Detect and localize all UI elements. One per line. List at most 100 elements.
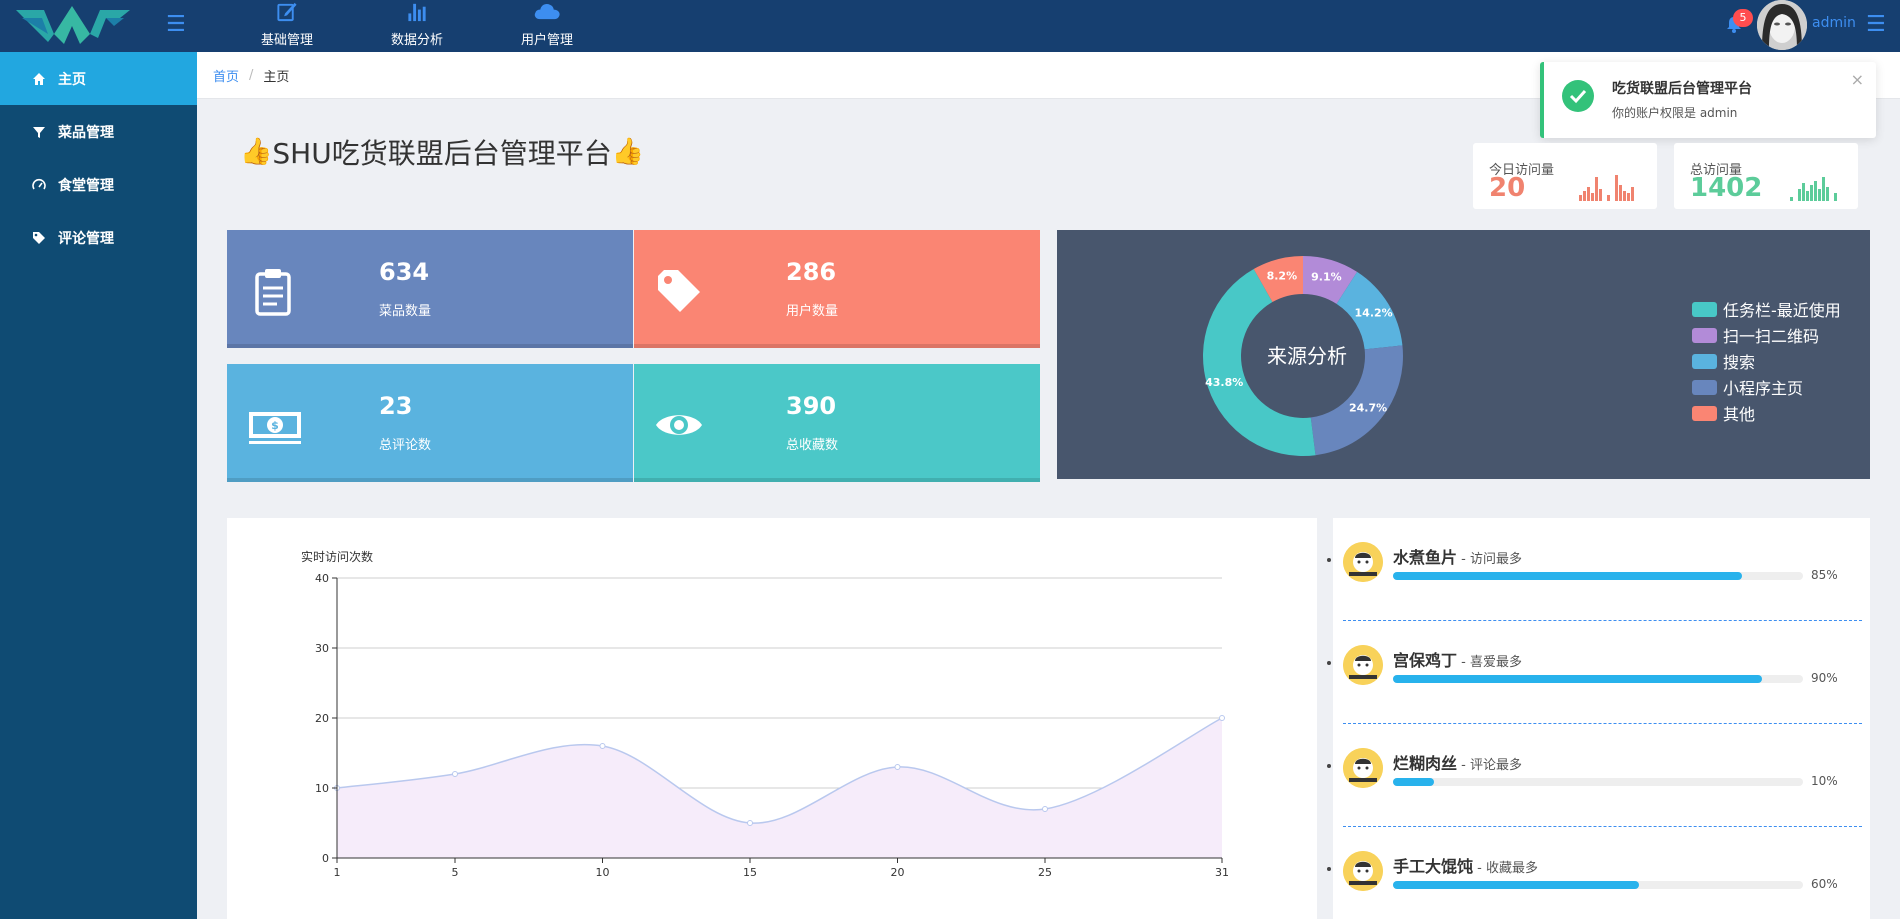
eye-icon: [656, 415, 702, 435]
donut-center-label: 来源分析: [1267, 344, 1347, 368]
y-tick-label: 0: [322, 852, 329, 865]
donut-slice-label: 14.2%: [1355, 306, 1393, 319]
legend-item[interactable]: 搜索: [1692, 348, 1841, 374]
legend-item[interactable]: 小程序主页: [1692, 374, 1841, 400]
stat-value: 286: [786, 258, 837, 286]
edit-icon: [277, 2, 297, 22]
tag-icon: [33, 231, 45, 244]
sidebar-item-label: 评论管理: [58, 230, 114, 247]
legend-item[interactable]: 扫一扫二维码: [1692, 322, 1841, 348]
x-tick-label: 1: [334, 866, 341, 879]
sidebar-item-dishes[interactable]: 菜品管理: [0, 105, 197, 158]
dish-avatar: [1343, 748, 1383, 788]
progress-track: [1393, 881, 1803, 889]
legend-label: 其他: [1723, 405, 1756, 424]
progress-track: [1393, 675, 1803, 683]
sidebar-toggle-icon[interactable]: ☰: [166, 12, 186, 37]
dish-name-text: 水煮鱼片: [1393, 548, 1458, 567]
progress-percent: 60%: [1811, 877, 1838, 891]
data-point[interactable]: [1219, 715, 1225, 721]
sidebar: 主页 菜品管理 食堂管理 评论管理: [0, 52, 197, 919]
y-tick-label: 20: [315, 712, 329, 725]
admin-username[interactable]: admin: [1812, 15, 1856, 31]
close-icon[interactable]: ×: [1851, 70, 1864, 89]
stat-tile-favorites[interactable]: 390 总收藏数: [634, 364, 1040, 482]
data-point[interactable]: [452, 771, 458, 777]
notification-toast: 吃货联盟后台管理平台 你的账户权限是 admin ×: [1540, 62, 1876, 138]
stat-label: 总收藏数: [786, 438, 839, 453]
y-tick-label: 30: [315, 642, 329, 655]
thumbs-up-icon: 👍: [240, 137, 273, 167]
data-point[interactable]: [894, 764, 901, 770]
ranking-item[interactable]: 宫保鸡丁 - 喜爱最多 90%: [1327, 621, 1870, 724]
menu-icon[interactable]: ☰: [1866, 12, 1886, 37]
progress-fill: [1393, 778, 1434, 786]
dish-avatar: [1343, 542, 1383, 582]
bullet: [1327, 558, 1331, 562]
x-tick-label: 20: [891, 866, 905, 879]
legend-label: 搜索: [1723, 353, 1756, 372]
topnav-item-analysis[interactable]: 数据分析: [352, 0, 482, 52]
donut-slice-label: 9.1%: [1311, 270, 1342, 283]
sidebar-item-comments[interactable]: 评论管理: [0, 211, 197, 264]
breadcrumb-home-link[interactable]: 首页: [213, 66, 239, 85]
dish-name: 烂糊肉丝 - 评论最多: [1393, 750, 1522, 774]
thumbs-up-icon: 👍: [611, 137, 645, 167]
ranking-item[interactable]: 水煮鱼片 - 访问最多 85%: [1327, 518, 1870, 621]
tags-icon: [658, 270, 700, 312]
visits-area-chart: 实时访问次数 0102030401 5 10 15 20 25 31: [301, 549, 1229, 879]
donut-slice-label: 24.7%: [1349, 401, 1387, 414]
money-icon: $: [249, 412, 301, 444]
dashboard-icon: [32, 178, 46, 189]
dish-avatar: [1343, 851, 1383, 891]
legend-item[interactable]: 任务栏-最近使用: [1692, 296, 1841, 322]
stat-tile-dishes[interactable]: 634 菜品数量: [227, 230, 633, 348]
progress-fill: [1393, 675, 1762, 683]
check-circle-icon: [1562, 80, 1594, 112]
y-tick-label: 40: [315, 572, 329, 585]
data-point[interactable]: [599, 743, 606, 749]
visit-value: 20: [1489, 173, 1526, 203]
dish-name: 宫保鸡丁 - 喜爱最多: [1393, 647, 1522, 671]
data-point[interactable]: [1042, 806, 1048, 812]
ranking-item[interactable]: 烂糊肉丝 - 评论最多 10%: [1327, 724, 1870, 827]
breadcrumb-current: 主页: [263, 69, 290, 85]
progress-percent: 10%: [1811, 774, 1838, 788]
progress-percent: 85%: [1811, 568, 1838, 582]
topnav-item-users[interactable]: 用户管理: [482, 0, 612, 52]
source-donut-chart: 9.1% 14.2% 24.7% 43.8% 8.2% 来源分析: [1203, 256, 1403, 456]
stat-tile-comments[interactable]: $ 23 总评论数: [227, 364, 633, 482]
bullet: [1327, 867, 1331, 871]
data-point[interactable]: [747, 820, 753, 826]
brand-logo[interactable]: [14, 4, 132, 48]
sidebar-item-canteens[interactable]: 食堂管理: [0, 158, 197, 211]
user-avatar[interactable]: [1757, 0, 1807, 50]
svg-text:$: $: [271, 419, 279, 432]
legend-swatch: [1692, 379, 1717, 395]
sparkline-bars: [1790, 177, 1837, 201]
progress-fill: [1393, 572, 1742, 580]
stat-value: 390: [786, 392, 837, 420]
sidebar-item-home[interactable]: 主页: [0, 52, 197, 105]
topnav-item-basic[interactable]: 基础管理: [222, 0, 352, 52]
legend-item[interactable]: 其他: [1692, 400, 1841, 426]
legend-swatch: [1692, 301, 1717, 317]
total-visits-card: 总访问量 1402: [1674, 143, 1858, 209]
dish-tag: - 评论最多: [1457, 758, 1522, 773]
dish-name: 水煮鱼片 - 访问最多: [1393, 544, 1522, 568]
sidebar-item-label: 食堂管理: [58, 177, 114, 194]
sparkline-bars: [1579, 175, 1634, 201]
dish-ranking-panel: 水煮鱼片 - 访问最多 85% 宫保鸡丁 - 喜爱最多 90% 烂糊肉丝 - 评…: [1327, 518, 1870, 919]
progress-track: [1393, 778, 1803, 786]
toast-message: 你的账户权限是 admin: [1612, 106, 1738, 120]
ranking-item[interactable]: 手工大馄饨 - 收藏最多 60%: [1327, 827, 1870, 919]
progress-fill: [1393, 881, 1639, 889]
stat-tile-users[interactable]: 286 用户数量: [634, 230, 1040, 348]
dish-tag: - 访问最多: [1457, 552, 1522, 567]
cloud-icon: [534, 4, 560, 20]
x-tick-label: 15: [743, 866, 757, 879]
stat-label: 总评论数: [379, 438, 432, 453]
x-tick-label: 31: [1215, 866, 1229, 879]
top-nav: 基础管理 数据分析 用户管理: [222, 0, 612, 52]
home-icon: [33, 72, 45, 85]
